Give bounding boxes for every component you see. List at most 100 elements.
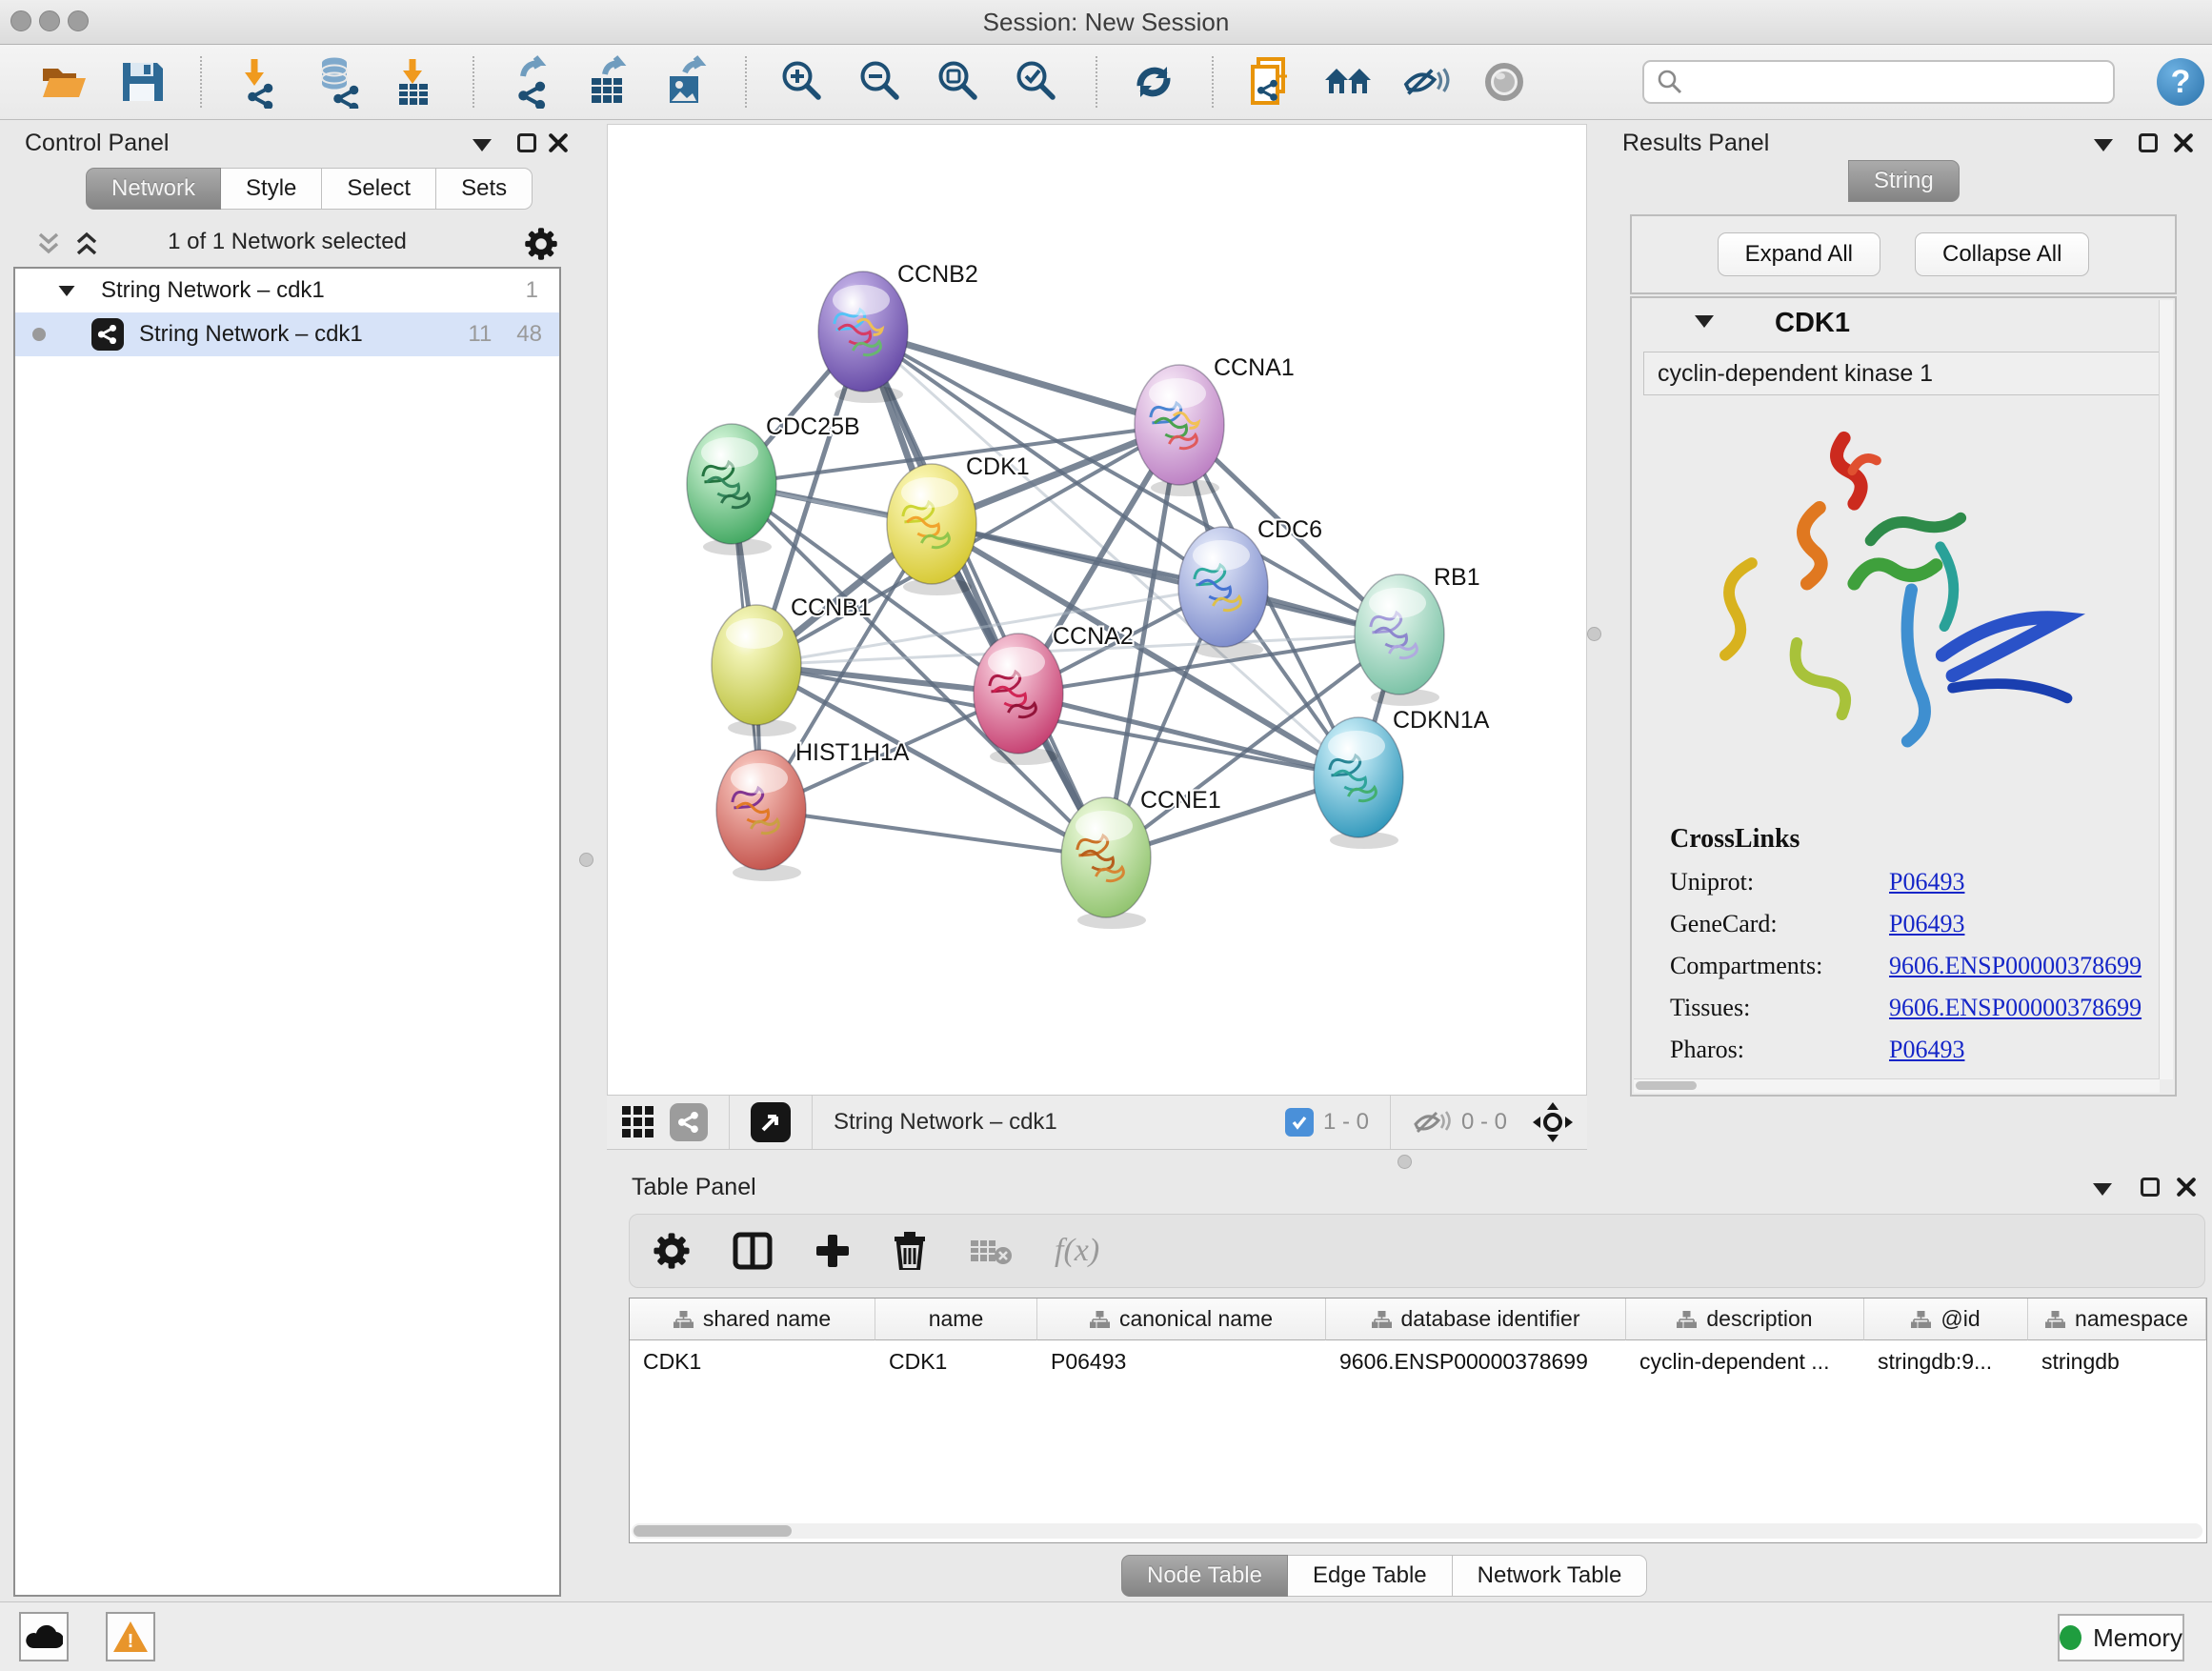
left-splitter-handle[interactable] bbox=[579, 853, 593, 867]
crosslink-genecard[interactable]: P06493 bbox=[1889, 910, 1964, 938]
tab-string[interactable]: String bbox=[1848, 160, 1960, 202]
pan-crosshair-icon[interactable] bbox=[1532, 1101, 1574, 1143]
column-header-description[interactable]: description bbox=[1626, 1299, 1864, 1340]
birds-eye-view-icon[interactable] bbox=[751, 1102, 791, 1142]
network-edge[interactable] bbox=[863, 332, 1106, 857]
network-node-CCNE1[interactable]: CCNE1 bbox=[1061, 787, 1221, 929]
help-button[interactable]: ? bbox=[2157, 58, 2204, 106]
grid-view-icon[interactable] bbox=[620, 1104, 656, 1140]
crosslink-tissues[interactable]: 9606.ENSP00000378699 bbox=[1889, 994, 2142, 1022]
table-row[interactable]: CDK1 CDK1 P06493 9606.ENSP00000378699 cy… bbox=[630, 1340, 2206, 1382]
save-session-button[interactable] bbox=[114, 54, 170, 110]
zoom-selected-button[interactable] bbox=[1010, 54, 1065, 110]
gene-header[interactable]: CDK1 bbox=[1632, 298, 2175, 348]
column-header-canonical-name[interactable]: canonical name bbox=[1037, 1299, 1326, 1340]
panel-menu-icon[interactable] bbox=[473, 139, 492, 151]
cell-name[interactable]: CDK1 bbox=[875, 1340, 1037, 1382]
export-image-button[interactable] bbox=[659, 54, 714, 110]
column-header-id[interactable]: @id bbox=[1864, 1299, 2028, 1340]
network-canvas[interactable]: CCNB2CCNA1CDC25BCDK1CDC6RB1CCNB1CCNA2CDK… bbox=[607, 124, 1587, 1096]
float-panel-icon[interactable] bbox=[2139, 133, 2158, 152]
bottom-splitter-handle[interactable] bbox=[1398, 1155, 1412, 1169]
check-glyph bbox=[1026, 70, 1039, 81]
float-panel-icon[interactable] bbox=[2141, 1178, 2160, 1197]
expand-all-button[interactable]: Expand All bbox=[1718, 232, 1880, 276]
network-collection-row[interactable]: String Network – cdk1 1 bbox=[15, 269, 559, 312]
column-header-database-identifier[interactable]: database identifier bbox=[1326, 1299, 1626, 1340]
column-header-namespace[interactable]: namespace bbox=[2028, 1299, 2206, 1340]
memory-button[interactable]: Memory bbox=[2058, 1614, 2184, 1661]
cell-id[interactable]: stringdb:9... bbox=[1864, 1340, 2028, 1382]
network-node-CDC25B[interactable]: CDC25B bbox=[687, 413, 860, 555]
network-graph[interactable]: CCNB2CCNA1CDC25BCDK1CDC6RB1CCNB1CCNA2CDK… bbox=[608, 125, 1586, 1095]
open-session-button[interactable] bbox=[36, 54, 91, 110]
collection-expand-icon[interactable] bbox=[59, 285, 75, 295]
network-options-gear-icon[interactable] bbox=[524, 227, 558, 261]
tab-select[interactable]: Select bbox=[322, 168, 436, 210]
panel-menu-icon[interactable] bbox=[2093, 1183, 2112, 1196]
delete-table-icon[interactable] bbox=[969, 1235, 1013, 1267]
cell-database-identifier[interactable]: 9606.ENSP00000378699 bbox=[1326, 1340, 1626, 1382]
export-network-button[interactable] bbox=[503, 54, 558, 110]
node-label-CDC6: CDC6 bbox=[1257, 516, 1322, 543]
right-splitter-handle[interactable] bbox=[1587, 627, 1601, 641]
string-protein-query-button[interactable] bbox=[1242, 54, 1297, 110]
import-database-button[interactable] bbox=[309, 54, 364, 110]
tab-network[interactable]: Network bbox=[86, 168, 221, 210]
cell-description[interactable]: cyclin-dependent ... bbox=[1626, 1340, 1864, 1382]
export-table-button[interactable] bbox=[581, 54, 636, 110]
tab-edge-table[interactable]: Edge Table bbox=[1288, 1555, 1453, 1597]
hidden-items-eye-slash-icon[interactable] bbox=[1412, 1107, 1452, 1137]
selected-items-checkbox[interactable] bbox=[1285, 1108, 1314, 1137]
zoom-fit-button[interactable] bbox=[932, 54, 987, 110]
tab-node-table[interactable]: Node Table bbox=[1121, 1555, 1288, 1597]
cell-shared-name[interactable]: CDK1 bbox=[630, 1340, 875, 1382]
gene-collapse-icon[interactable] bbox=[1695, 315, 1714, 328]
network-node-CDKN1A[interactable]: CDKN1A bbox=[1314, 707, 1490, 849]
crosslink-compartments[interactable]: 9606.ENSP00000378699 bbox=[1889, 952, 2142, 980]
crosslink-uniprot[interactable]: P06493 bbox=[1889, 868, 1964, 896]
cell-canonical-name[interactable]: P06493 bbox=[1037, 1340, 1326, 1382]
cell-namespace[interactable]: stringdb bbox=[2028, 1340, 2206, 1382]
network-share-icon bbox=[248, 84, 272, 109]
collapse-all-button[interactable]: Collapse All bbox=[1915, 232, 2089, 276]
tab-sets[interactable]: Sets bbox=[436, 168, 533, 210]
network-edge[interactable] bbox=[761, 810, 1106, 857]
crosslink-pharos[interactable]: P06493 bbox=[1889, 1036, 1964, 1064]
table-options-gear-icon[interactable] bbox=[653, 1232, 691, 1270]
delete-column-icon[interactable] bbox=[893, 1232, 927, 1270]
cloud-status-button[interactable] bbox=[19, 1612, 69, 1661]
zoom-in-button[interactable] bbox=[775, 54, 831, 110]
import-table-button[interactable] bbox=[387, 54, 442, 110]
search-input[interactable] bbox=[1684, 68, 2088, 96]
add-column-icon[interactable] bbox=[814, 1233, 851, 1269]
column-header-name[interactable]: name bbox=[875, 1299, 1037, 1340]
network-share-view-icon[interactable] bbox=[670, 1103, 708, 1141]
results-vertical-scrollbar[interactable] bbox=[2159, 300, 2173, 1079]
close-panel-icon[interactable] bbox=[2174, 133, 2193, 152]
network-row-selected[interactable]: String Network – cdk1 11 48 bbox=[15, 312, 559, 356]
hide-glass-effect-button[interactable] bbox=[1398, 54, 1454, 110]
network-node-CDC6[interactable]: CDC6 bbox=[1178, 516, 1322, 658]
table-horizontal-scrollbar[interactable] bbox=[632, 1523, 2202, 1539]
import-network-button[interactable] bbox=[231, 54, 286, 110]
results-horizontal-scrollbar[interactable] bbox=[1634, 1078, 2160, 1093]
function-builder-icon[interactable]: f(x) bbox=[1055, 1233, 1099, 1269]
close-panel-icon[interactable] bbox=[549, 133, 568, 152]
column-header-shared-name[interactable]: shared name bbox=[630, 1299, 875, 1340]
network-node-HIST1H1A[interactable]: HIST1H1A bbox=[716, 739, 910, 881]
show-eye-button[interactable] bbox=[1477, 54, 1532, 110]
tab-network-table[interactable]: Network Table bbox=[1453, 1555, 1648, 1597]
float-panel-icon[interactable] bbox=[517, 133, 536, 152]
string-home-button[interactable] bbox=[1320, 54, 1376, 110]
panel-menu-icon[interactable] bbox=[2094, 139, 2113, 151]
refresh-button[interactable] bbox=[1126, 54, 1181, 110]
warnings-button[interactable]: ! bbox=[106, 1612, 155, 1661]
network-node-CCNA1[interactable]: CCNA1 bbox=[1135, 354, 1295, 496]
network-node-RB1[interactable]: RB1 bbox=[1355, 564, 1480, 706]
tab-style[interactable]: Style bbox=[221, 168, 322, 210]
close-panel-icon[interactable] bbox=[2177, 1178, 2196, 1197]
network-edge[interactable] bbox=[863, 332, 1179, 425]
show-columns-icon[interactable] bbox=[733, 1232, 773, 1270]
zoom-out-button[interactable] bbox=[854, 54, 909, 110]
